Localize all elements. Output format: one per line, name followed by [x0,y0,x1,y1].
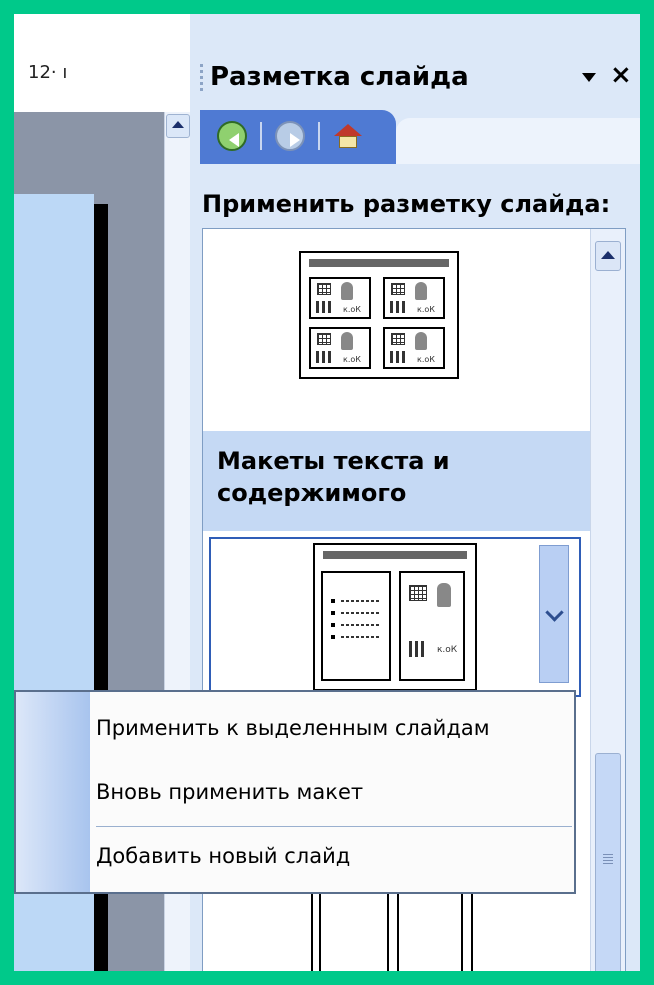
back-button[interactable] [214,118,250,154]
content-placeholder-icon: к.оК [383,327,445,369]
section-title: Макеты текста и содержимого [217,447,450,507]
content-placeholder-icon: к.оК [383,277,445,319]
layout-thumbnail-four-content[interactable]: к.оК к.оК к.оК к.оК [299,251,459,379]
layout-title-bar [323,551,467,559]
menu-separator [96,826,572,827]
menu-icon-column [16,692,90,892]
home-icon [334,124,362,148]
ruler: 12· ı [14,14,190,113]
scroll-up-icon[interactable] [595,241,621,271]
nav-separator [260,122,262,150]
ruler-label: 12· ı [28,62,68,83]
home-button[interactable] [330,118,366,154]
layout-title-bar [309,259,449,267]
menu-item-reapply-layout[interactable]: Вновь применить макет [96,768,566,816]
scroll-thumb[interactable] [595,753,621,971]
close-icon[interactable]: × [610,60,632,90]
back-arrow-icon [217,121,247,151]
pane-nav-filler [396,118,640,164]
content-placeholder-icon: к.оК [309,327,371,369]
forward-button[interactable] [272,118,308,154]
menu-item-add-new-slide[interactable]: Добавить новый слайд [96,832,566,880]
nav-separator [318,122,320,150]
task-pane-header: Разметка слайда × [190,44,640,100]
section-header: Макеты текста и содержимого [203,431,593,531]
layout-item-selected[interactable]: к.оК [209,537,581,697]
layout-thumbnail-text-and-content: к.оК [313,543,477,691]
content-placeholder-icon: к.оК [309,277,371,319]
layout-dropdown-button[interactable] [539,545,569,683]
apply-layout-label: Применить разметку слайда: [202,190,611,218]
menu-item-apply-to-selected[interactable]: Применить к выделенным слайдам [96,704,566,752]
context-menu: Применить к выделенным слайдам Вновь при… [14,690,576,894]
pane-menu-dropdown-icon[interactable] [582,73,596,82]
text-placeholder-icon [321,571,391,681]
pane-navigation-bar [200,110,396,164]
gallery-scrollbar[interactable] [590,229,625,971]
chevron-down-icon [545,603,564,622]
grip-icon[interactable] [200,64,203,94]
scroll-up-icon[interactable] [166,114,190,138]
pane-title: Разметка слайда [210,62,469,92]
app-window: 12· ı Разметка слайда × Применить размет… [14,14,640,971]
forward-arrow-icon [275,121,305,151]
content-placeholder-icon: к.оК [399,571,465,681]
